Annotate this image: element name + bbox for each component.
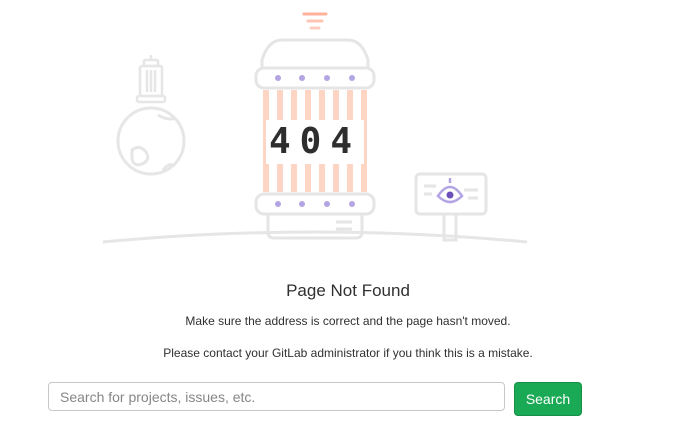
error-code: 404 — [269, 121, 361, 162]
404-illustration: 404 — [102, 12, 528, 244]
top-accent-icon — [302, 12, 328, 30]
search-input[interactable] — [48, 382, 505, 411]
small-lantern-icon — [135, 55, 167, 104]
search-button[interactable]: Search — [514, 382, 582, 416]
search-form: Search — [48, 382, 582, 416]
contact-message: Please contact your GitLab administrator… — [163, 346, 533, 360]
error-message: Make sure the address is correct and the… — [185, 314, 511, 328]
signpost-icon — [414, 172, 488, 242]
page-title: Page Not Found — [286, 281, 410, 300]
eye-icon — [436, 178, 464, 204]
globe-icon — [116, 106, 186, 176]
